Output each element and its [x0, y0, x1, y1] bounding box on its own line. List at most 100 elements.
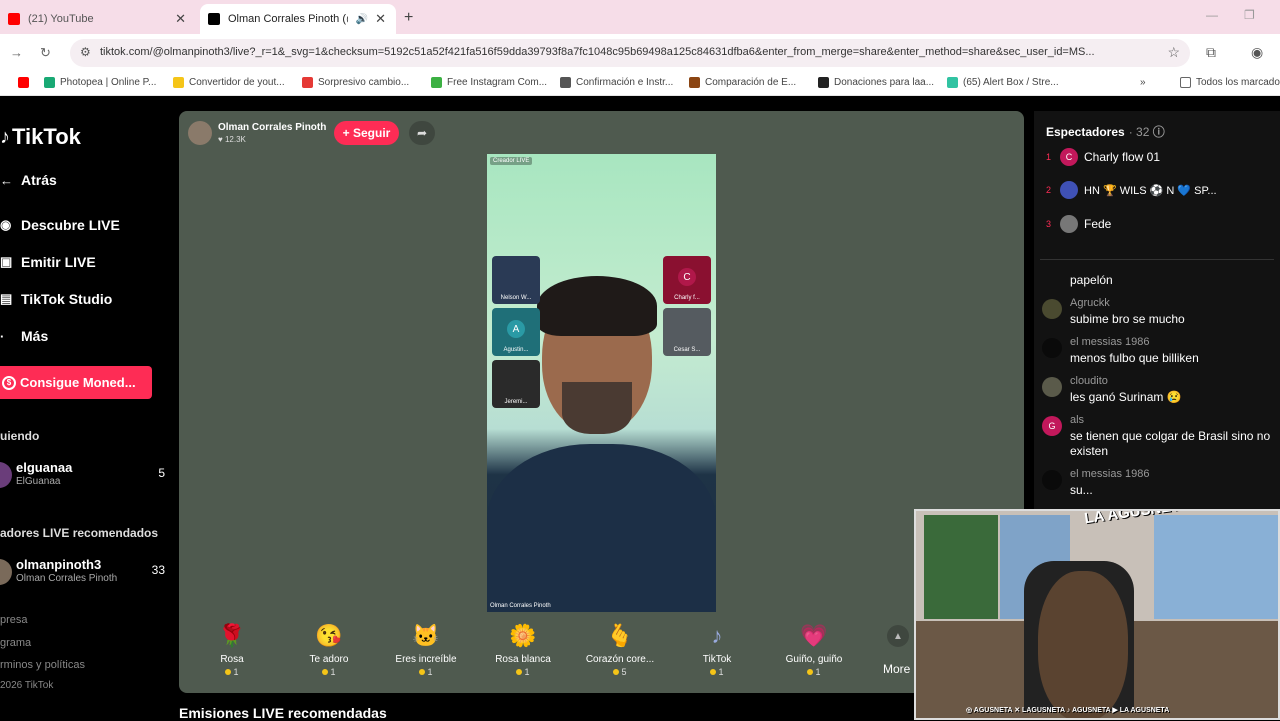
nav-back[interactable]: ← Atrás [0, 172, 57, 188]
new-tab-icon[interactable]: + [404, 9, 413, 27]
gift-name: Rosa blanca [495, 654, 551, 665]
profile-icon[interactable]: ◉ [1251, 44, 1263, 61]
bookmark-item[interactable]: Confirmación e Instr... [560, 77, 673, 88]
nav-discover-live[interactable]: ◉ Descubre LIVE [0, 217, 120, 233]
streamer-head [1038, 571, 1128, 718]
streamer-hair [537, 276, 657, 336]
gift-guino[interactable]: 💗 Guiño, guiño 1 [769, 615, 859, 687]
url-text: tiktok.com/@olmanpinoth3/live?_r=1&_svg=… [100, 46, 1095, 58]
following-account[interactable]: elguanaa ElGuanaa 5 [0, 458, 170, 494]
bookmark-item[interactable]: Photopea | Online P... [44, 77, 156, 88]
close-tab-icon[interactable]: ✕ [375, 11, 386, 27]
close-tab-icon[interactable]: ✕ [175, 11, 186, 27]
host-avatar[interactable] [188, 121, 212, 145]
bookmark-label: Comparación de E... [705, 77, 797, 88]
guest-tile[interactable]: Cesar S... [663, 308, 711, 356]
finger-heart-icon: 🫰 [606, 623, 634, 648]
host-likes: ♥ 12.3K [218, 135, 246, 144]
gift-rosa-blanca[interactable]: 🌼 Rosa blanca 1 [478, 615, 568, 687]
guest-initial: C [678, 268, 696, 286]
bookmark-item[interactable]: Free Instagram Com... [431, 77, 547, 88]
message-user[interactable]: el messias 1986 [1070, 336, 1150, 348]
gift-price: 1 [672, 667, 762, 677]
all-bookmarks[interactable]: Todos los marcado [1180, 77, 1280, 88]
speaker-icon[interactable]: 🔊 [356, 14, 368, 25]
stadium-poster [924, 515, 998, 619]
forward-icon[interactable]: → [10, 45, 23, 60]
minimize-icon[interactable]: — [1206, 8, 1218, 22]
logo-text: TikTok [12, 124, 81, 149]
follow-button[interactable]: + Seguir [334, 121, 399, 145]
rose-icon: 🌹 [218, 623, 246, 648]
bookmark-label: Confirmación e Instr... [576, 77, 674, 88]
youtube-icon [8, 13, 20, 25]
footer-link[interactable]: grama [0, 637, 31, 649]
guest-tile[interactable]: C Charly f... [663, 256, 711, 304]
gift-tiktok[interactable]: ♪ TikTok 1 [672, 615, 762, 687]
viewer-count: 5 [158, 466, 165, 480]
bookmark-item[interactable]: Donaciones para laa... [818, 77, 934, 88]
guest-tile[interactable]: A Agustin... [492, 308, 540, 356]
divider [1040, 259, 1274, 260]
share-icon[interactable]: ➦ [409, 121, 435, 145]
kiss-icon: 😘 [315, 623, 343, 648]
avatar [1042, 338, 1062, 358]
tiktok-note-icon: ♪ [0, 125, 10, 148]
gift-corazon[interactable]: 🫰 Corazón core... 5 [575, 615, 665, 687]
spectators-count: · 32 [1128, 125, 1150, 139]
extensions-icon[interactable]: ⧉ [1206, 44, 1216, 61]
bookmark-item[interactable]: (65) Alert Box / Stre... [947, 77, 1059, 88]
guest-label: Jeremi... [504, 399, 528, 405]
bookmark-item[interactable]: Sorpresivo cambio... [302, 77, 409, 88]
tiktok-icon [208, 13, 220, 25]
more-gifts-link[interactable]: More [883, 662, 910, 676]
bookmark-item[interactable]: Comparación de E... [689, 77, 796, 88]
tiktok-logo[interactable]: ♪ TikTok [0, 124, 81, 150]
coin-icon [516, 669, 523, 675]
host-name[interactable]: Olman Corrales Pinoth [218, 122, 326, 133]
recommended-account[interactable]: olmanpinoth3 Olman Corrales Pinoth 33 [0, 555, 170, 591]
message-user[interactable]: cloudito [1070, 375, 1108, 387]
donation-icon [818, 77, 829, 88]
message-user[interactable]: als [1070, 414, 1084, 426]
footer-link[interactable]: presa [0, 614, 28, 626]
top-viewer[interactable]: 2 HN 🏆 WILS ⚽ N 💙 SP... [1046, 180, 1217, 200]
gift-rosa[interactable]: 🌹 Rosa 1 [187, 615, 277, 687]
footer-link[interactable]: rminos y políticas [0, 659, 85, 671]
nav-more[interactable]: · Más [0, 328, 48, 344]
nav-label: TikTok Studio [21, 291, 113, 307]
gift-name: Eres increíble [395, 654, 457, 665]
gift-te-adoro[interactable]: 😘 Te adoro 1 [284, 615, 374, 687]
guest-tile[interactable]: Jeremi... [492, 360, 540, 408]
video-player[interactable]: Creador LIVE Nelson W... C Charly f... AA… [487, 154, 716, 612]
chat-panel: Espectadores · 32 ⓘ 1 C Charly flow 01 2 HN … [1034, 111, 1280, 511]
spectators-header[interactable]: Espectadores · 32 ⓘ [1046, 123, 1165, 140]
nav-label: Más [21, 328, 49, 344]
avatar [1042, 377, 1062, 397]
bookmark-item[interactable]: Convertidor de yout... [173, 77, 285, 88]
bookmark-star-icon[interactable]: ☆ [1167, 44, 1180, 61]
message-user[interactable]: Agruckk [1070, 297, 1110, 309]
streamlabs-icon [947, 77, 958, 88]
restore-icon[interactable]: ❐ [1244, 8, 1255, 22]
chevron-up-icon[interactable]: ▲ [887, 625, 909, 647]
tab-tiktok[interactable]: Olman Corrales Pinoth (@o 🔊 ✕ [200, 4, 396, 34]
avatar [1042, 470, 1062, 490]
reload-icon[interactable]: ↻ [40, 45, 51, 61]
nav-go-live[interactable]: ▣ Emitir LIVE [0, 254, 96, 270]
bookmarks-overflow-icon[interactable]: » [1140, 77, 1146, 88]
message-user[interactable]: el messias 1986 [1070, 468, 1150, 480]
top-viewer[interactable]: 1 C Charly flow 01 [1046, 147, 1160, 167]
top-viewer[interactable]: 3 Fede [1046, 214, 1111, 234]
url-bar[interactable]: ⚙ tiktok.com/@olmanpinoth3/live?_r=1&_sv… [70, 39, 1190, 67]
nav-tiktok-studio[interactable]: ▤ TikTok Studio [0, 291, 112, 307]
bookmark-youtube[interactable] [18, 77, 34, 88]
info-icon[interactable]: ⓘ [1153, 125, 1165, 139]
guest-tile[interactable]: Nelson W... [492, 256, 540, 304]
site-info-icon[interactable]: ⚙ [80, 45, 91, 59]
gift-eres-increible[interactable]: 🐱 Eres increíble 1 [381, 615, 471, 687]
tab-youtube[interactable]: (21) YouTube ✕ [0, 4, 196, 34]
recommended-section-title: adores LIVE recomendados [0, 526, 159, 540]
get-coins-button[interactable]: $ Consigue Moned... [0, 366, 152, 399]
youtube-icon [18, 77, 29, 88]
